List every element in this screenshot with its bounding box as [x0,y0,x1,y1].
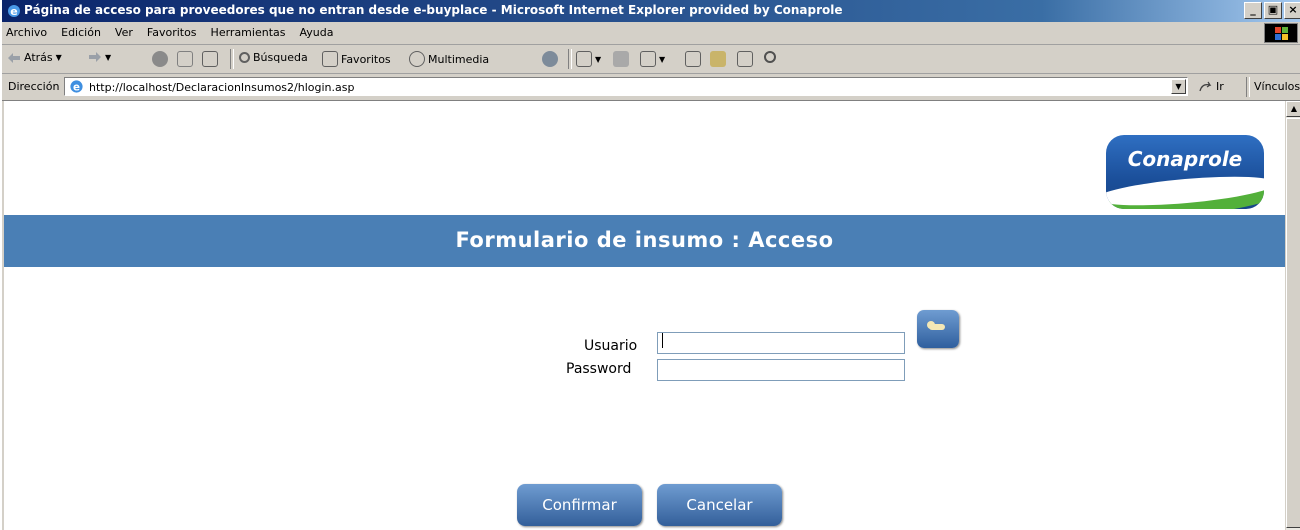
menu-herramientas[interactable]: Herramientas [211,26,286,39]
menu-ayuda[interactable]: Ayuda [299,26,333,39]
browser-window: e Página de acceso para proveedores que … [0,0,1300,530]
title-bar: e Página de acceso para proveedores que … [2,0,1300,22]
research-button[interactable] [737,51,753,67]
forward-button[interactable]: ▼ [88,51,111,63]
mail-icon [576,51,592,67]
history-button[interactable] [542,51,558,67]
messenger-button[interactable] [710,51,726,67]
refresh-button[interactable] [177,51,193,67]
go-button[interactable]: Ir [1198,80,1224,93]
username-input[interactable] [657,332,905,354]
edit-icon [640,51,656,67]
address-bar: Dirección e http://localhost/Declaracion… [2,74,1300,101]
address-label: Dirección [8,80,60,93]
edit-button[interactable]: ▼ [640,51,665,67]
contacts-button[interactable] [764,51,776,63]
research-icon [737,51,753,67]
svg-text:e: e [73,81,80,93]
search-icon [239,52,250,63]
print-button[interactable] [613,51,629,67]
home-icon [202,51,218,67]
password-label: Password [566,361,632,377]
svg-text:e: e [10,5,17,18]
refresh-icon [177,51,193,67]
discuss-icon [685,51,701,67]
discuss-button[interactable] [685,51,701,67]
favorites-button[interactable]: Favoritos [322,51,391,67]
scroll-thumb[interactable] [1286,118,1300,528]
page-title: Formulario de insumo : Acceso [455,228,834,252]
back-arrow-icon [8,52,20,63]
links-toolbar[interactable]: Vínculos [1254,80,1300,93]
multimedia-button[interactable]: Multimedia [409,51,489,67]
back-button[interactable]: Atrás ▼ [7,51,62,64]
standard-toolbar: Atrás ▼ ▼ Búsqueda Favoritos Multimedia [2,45,1300,74]
address-dropdown-button[interactable]: ▼ [1171,79,1186,94]
multimedia-icon [409,51,425,67]
menu-bar: Archivo Edición Ver Favoritos Herramient… [2,22,1300,45]
password-input[interactable] [657,359,905,381]
maximize-button[interactable]: ▣ [1264,2,1282,19]
stop-button[interactable] [152,51,168,67]
contacts-icon [764,51,776,63]
page-content: Conaprole Formulario de insumo : Acceso … [4,101,1285,530]
cancel-button[interactable]: Cancelar [657,484,782,526]
logo-text: Conaprole [1127,147,1243,171]
confirm-button[interactable]: Confirmar [517,484,642,526]
username-label: Usuario [584,338,638,354]
menu-edicion[interactable]: Edición [61,26,101,39]
print-icon [613,51,629,67]
scroll-up-button[interactable]: ▲ [1286,101,1300,117]
minimize-button[interactable]: _ [1244,2,1262,19]
home-button[interactable] [202,51,218,67]
key-button[interactable] [917,310,959,348]
page-icon: e [70,80,83,93]
window-title: Página de acceso para proveedores que no… [24,3,843,17]
stop-icon [152,51,168,67]
vertical-scrollbar[interactable]: ▲ [1285,101,1300,530]
mail-button[interactable]: ▼ [576,51,601,67]
forward-arrow-icon [89,52,101,62]
favorites-icon [322,51,338,67]
windows-logo-icon [1264,23,1298,43]
menu-ver[interactable]: Ver [115,26,133,39]
conaprole-logo: Conaprole [1106,135,1264,209]
search-button[interactable]: Búsqueda [239,51,308,64]
close-button[interactable]: × [1284,2,1300,19]
page-banner: Formulario de insumo : Acceso [4,215,1285,267]
ie-icon: e [8,5,20,18]
address-url: http://localhost/DeclaracionInsumos2/hlo… [89,81,355,94]
menu-favoritos[interactable]: Favoritos [147,26,197,39]
menu-archivo[interactable]: Archivo [6,26,47,39]
address-input[interactable]: e http://localhost/DeclaracionInsumos2/h… [64,77,1188,96]
history-icon [542,51,558,67]
messenger-icon [710,51,726,67]
go-arrow-icon [1199,81,1212,91]
